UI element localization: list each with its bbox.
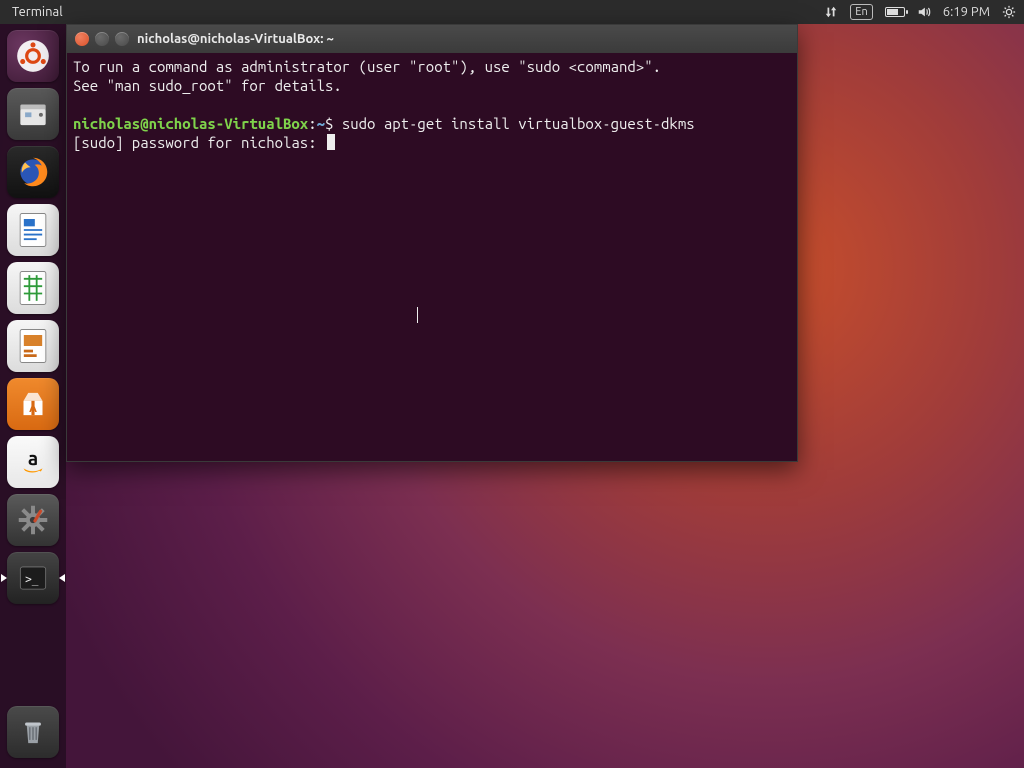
terminal-hint-line: To run a command as administrator (user … xyxy=(73,58,661,75)
launcher-settings[interactable] xyxy=(7,494,59,546)
terminal-hint-line: See "man sudo_root" for details. xyxy=(73,77,342,94)
keyboard-indicator[interactable]: En xyxy=(850,4,872,20)
launcher-trash[interactable] xyxy=(7,706,59,758)
window-titlebar[interactable]: nicholas@nicholas-VirtualBox: ~ xyxy=(67,25,797,53)
terminal-viewport[interactable]: To run a command as administrator (user … xyxy=(67,53,797,461)
session-indicator[interactable] xyxy=(1002,5,1016,19)
clock-indicator[interactable]: 6:19 PM xyxy=(943,5,990,19)
prompt-userhost: nicholas@nicholas-VirtualBox xyxy=(73,115,308,132)
launcher-terminal[interactable]: >_ xyxy=(7,552,59,604)
launcher-amazon[interactable]: a xyxy=(7,436,59,488)
window-controls xyxy=(75,32,129,46)
language-badge: En xyxy=(850,4,872,20)
gear-icon xyxy=(1002,5,1016,19)
text-caret-icon xyxy=(417,307,418,323)
window-minimize-button[interactable] xyxy=(95,32,109,46)
trash-icon xyxy=(14,713,52,751)
launcher-firefox[interactable] xyxy=(7,146,59,198)
battery-indicator[interactable] xyxy=(885,7,905,17)
sound-indicator[interactable] xyxy=(917,5,931,19)
terminal-cursor xyxy=(327,134,335,150)
launcher-files[interactable] xyxy=(7,88,59,140)
window-title: nicholas@nicholas-VirtualBox: ~ xyxy=(137,32,334,46)
svg-text:a: a xyxy=(28,447,38,469)
launcher: A a >_ xyxy=(0,24,66,768)
command-text: sudo apt-get install virtualbox-guest-dk… xyxy=(342,115,695,132)
software-center-icon: A xyxy=(14,385,52,423)
settings-icon xyxy=(14,501,52,539)
window-close-button[interactable] xyxy=(75,32,89,46)
network-icon xyxy=(824,5,838,19)
battery-icon xyxy=(885,7,905,17)
impress-icon xyxy=(11,324,55,368)
svg-text:>_: >_ xyxy=(25,573,39,586)
launcher-calc[interactable] xyxy=(7,262,59,314)
volume-icon xyxy=(917,5,931,19)
app-menu-title[interactable]: Terminal xyxy=(8,5,63,19)
ubuntu-logo-icon xyxy=(14,37,52,75)
svg-text:A: A xyxy=(29,403,37,415)
calc-icon xyxy=(11,266,55,310)
launcher-software[interactable]: A xyxy=(7,378,59,430)
network-indicator[interactable] xyxy=(824,5,838,19)
system-indicators: En 6:19 PM xyxy=(824,4,1016,20)
writer-icon xyxy=(11,208,55,252)
prompt-separator: : xyxy=(308,115,316,132)
terminal-window: nicholas@nicholas-VirtualBox: ~ To run a… xyxy=(66,24,798,462)
window-maximize-button[interactable] xyxy=(115,32,129,46)
launcher-dash[interactable] xyxy=(7,30,59,82)
launcher-writer[interactable] xyxy=(7,204,59,256)
prompt-dollar: $ xyxy=(325,115,333,132)
amazon-icon: a xyxy=(14,443,52,481)
top-menubar: Terminal En 6:19 PM xyxy=(0,0,1024,24)
firefox-icon xyxy=(14,153,52,191)
prompt-path: ~ xyxy=(317,115,325,132)
terminal-icon: >_ xyxy=(14,559,52,597)
sudo-prompt: [sudo] password for nicholas: xyxy=(73,134,325,151)
launcher-impress[interactable] xyxy=(7,320,59,372)
files-icon xyxy=(14,95,52,133)
